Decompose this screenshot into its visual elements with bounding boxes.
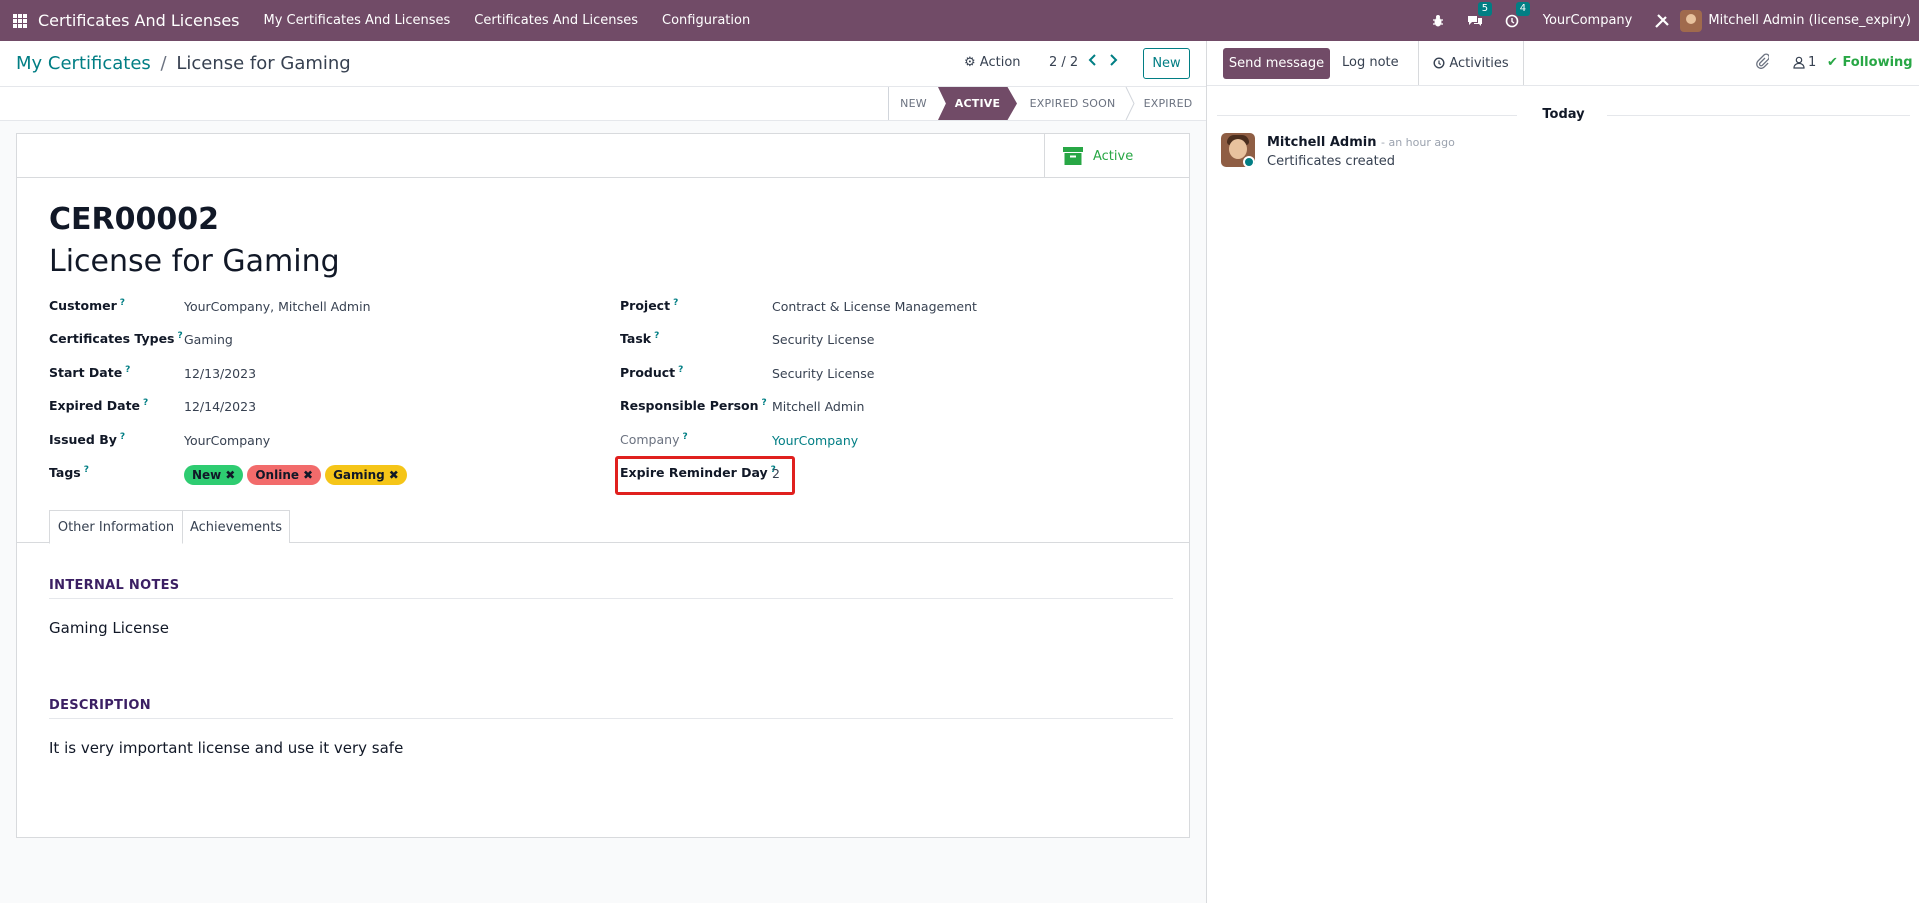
activities-button[interactable]: Activities [1418,41,1524,85]
tag-online[interactable]: Online ✖ [247,465,322,485]
app-title[interactable]: Certificates And Licenses [38,11,240,30]
tab-achievements[interactable]: Achievements [182,510,290,543]
gear-icon: ⚙ [964,55,976,70]
message-body: Certificates created [1267,154,1395,169]
archive-icon [1063,147,1083,165]
section-divider [49,718,1173,719]
messages-icon[interactable]: 5 [1467,1,1493,28]
project-label: Project? [620,298,679,314]
chatter-panel: Send message Log note Activities 1 ✔ Fol… [1206,41,1919,903]
task-value[interactable]: Security License [772,332,874,347]
action-label: Action [979,55,1021,70]
breadcrumb-current: License for Gaming [176,53,351,74]
start-date-value[interactable]: 12/13/2023 [184,366,256,381]
following-label: Following [1842,55,1913,70]
tools-icon[interactable] [1654,13,1670,29]
send-message-button[interactable]: Send message [1223,48,1330,79]
company-label: Company? [620,432,688,448]
breadcrumb-parent[interactable]: My Certificates [16,53,151,74]
menu-certificates[interactable]: Certificates And Licenses [474,13,638,28]
active-toggle-button[interactable]: Active [1044,134,1189,178]
internal-notes-text[interactable]: Gaming License [49,619,169,637]
followers-button[interactable]: 1 [1793,55,1816,70]
activities-badge: 4 [1515,1,1531,16]
section-divider [49,598,1173,599]
expired-date-label: Expired Date? [49,398,149,414]
description-title: DESCRIPTION [49,698,151,713]
breadcrumb: My Certificates / License for Gaming [16,53,351,74]
activities-label: Activities [1449,55,1509,71]
user-name: Mitchell Admin (license_expiry) [1708,13,1911,28]
user-avatar [1680,9,1703,32]
customer-label: Customer? [49,298,125,314]
responsible-person-value[interactable]: Mitchell Admin [772,399,864,414]
top-navbar: Certificates And Licenses My Certificate… [0,0,1919,41]
company-value[interactable]: YourCompany [772,433,858,448]
debug-bug-icon[interactable] [1431,14,1445,28]
task-label: Task? [620,331,660,347]
message-time: - an hour ago [1380,136,1455,149]
apps-grid-icon[interactable] [13,13,27,28]
start-date-label: Start Date? [49,365,131,381]
certificate-name[interactable]: License for Gaming [49,244,340,279]
highlight-box [615,456,795,495]
customer-value[interactable]: YourCompany, Mitchell Admin [184,299,371,314]
notebook-tabs: Other Information Achievements [17,510,1189,544]
log-note-button[interactable]: Log note [1342,55,1399,70]
tag-gaming[interactable]: Gaming ✖ [325,465,407,485]
form-sheet: Active CER00002 License for Gaming Custo… [16,133,1190,838]
stage-active[interactable]: ACTIVE [938,87,1017,120]
following-button[interactable]: ✔ Following [1827,55,1913,70]
online-status-icon [1243,156,1255,168]
pager-previous-icon[interactable] [1087,53,1097,71]
certificate-reference: CER00002 [49,202,219,237]
stage-new[interactable]: NEW [888,87,938,120]
message-author: Mitchell Admin - an hour ago [1267,135,1455,150]
tab-other-information[interactable]: Other Information [49,510,183,544]
messages-badge: 5 [1477,1,1493,16]
stage-expired-soon[interactable]: EXPIRED SOON [1015,87,1130,120]
control-panel: My Certificates / License for Gaming ⚙ A… [0,41,1206,87]
pager-next-icon[interactable] [1109,53,1119,71]
activities-clock-icon[interactable]: 4 [1505,1,1531,28]
remove-tag-icon[interactable]: ✖ [225,468,235,482]
remove-tag-icon[interactable]: ✖ [303,468,313,482]
check-icon: ✔ [1827,55,1838,70]
issued-by-value[interactable]: YourCompany [184,433,270,448]
product-value[interactable]: Security License [772,366,874,381]
menu-configuration[interactable]: Configuration [662,13,750,28]
tag-new[interactable]: New ✖ [184,465,244,485]
internal-notes-title: INTERNAL NOTES [49,578,180,593]
followers-count: 1 [1808,55,1817,70]
chatter-divider [1207,85,1919,86]
menu-my-certificates[interactable]: My Certificates And Licenses [264,13,451,28]
user-icon [1793,56,1805,69]
pager-value[interactable]: 2 / 2 [1049,55,1078,70]
tags-field[interactable]: New ✖ Online ✖ Gaming ✖ [184,465,411,485]
clock-icon [1433,57,1445,69]
company-switcher[interactable]: YourCompany [1543,13,1633,28]
active-label: Active [1093,148,1134,164]
stage-expired[interactable]: EXPIRED [1130,87,1206,120]
remove-tag-icon[interactable]: ✖ [389,468,399,482]
product-label: Product? [620,365,684,381]
user-menu[interactable]: Mitchell Admin (license_expiry) [1680,9,1911,32]
project-value[interactable]: Contract & License Management [772,299,977,314]
description-text[interactable]: It is very important license and use it … [49,739,403,757]
issued-by-label: Issued By? [49,432,126,448]
action-button[interactable]: ⚙ Action [964,55,1021,70]
responsible-person-label: Responsible Person? [620,398,767,414]
date-divider: Today [1542,107,1585,122]
expired-date-value[interactable]: 12/14/2023 [184,399,256,414]
paperclip-icon[interactable] [1755,53,1770,73]
author-name[interactable]: Mitchell Admin [1267,135,1376,150]
status-bar: NEW ACTIVE EXPIRED SOON EXPIRED [0,87,1206,121]
tags-label: Tags? [49,465,89,481]
breadcrumb-separator: / [160,53,167,74]
certificate-types-label: Certificates Types? [49,331,183,347]
certificate-types-value[interactable]: Gaming [184,332,233,347]
new-button[interactable]: New [1143,48,1190,79]
button-box: Active [17,134,1189,178]
